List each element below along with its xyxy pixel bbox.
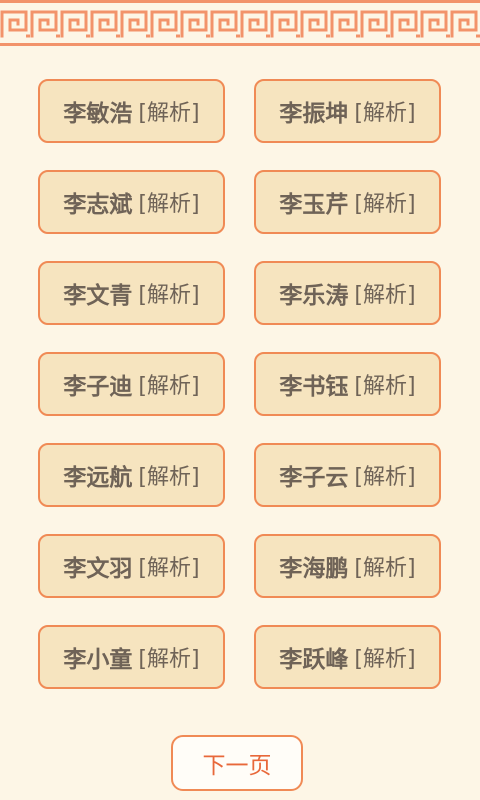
name-button[interactable]: 李文青 [解析] bbox=[38, 261, 225, 325]
name-button[interactable]: 李敏浩 [解析] bbox=[38, 79, 225, 143]
name-button[interactable]: 李远航 [解析] bbox=[38, 443, 225, 507]
analysis-tag: [解析] bbox=[354, 101, 416, 126]
name-text: 李书钰 bbox=[279, 374, 349, 400]
name-text: 李子云 bbox=[279, 465, 349, 491]
name-button[interactable]: 李志斌 [解析] bbox=[38, 170, 225, 234]
name-text: 李敏浩 bbox=[63, 101, 133, 127]
analysis-tag: [解析] bbox=[354, 465, 416, 490]
name-button[interactable]: 李文羽 [解析] bbox=[38, 534, 225, 598]
name-button[interactable]: 李小童 [解析] bbox=[38, 625, 225, 689]
name-button[interactable]: 李书钰 [解析] bbox=[254, 352, 441, 416]
analysis-tag: [解析] bbox=[138, 101, 200, 126]
next-page-button[interactable]: 下一页 bbox=[171, 735, 303, 791]
analysis-tag: [解析] bbox=[354, 374, 416, 399]
name-button[interactable]: 李海鹏 [解析] bbox=[254, 534, 441, 598]
name-text: 李振坤 bbox=[279, 101, 349, 127]
analysis-tag: [解析] bbox=[138, 374, 200, 399]
name-text: 李玉芹 bbox=[279, 192, 349, 218]
name-text: 李乐涛 bbox=[279, 283, 349, 309]
analysis-tag: [解析] bbox=[138, 647, 200, 672]
name-button[interactable]: 李子迪 [解析] bbox=[38, 352, 225, 416]
decorative-fret-border bbox=[0, 0, 480, 50]
name-button[interactable]: 李玉芹 [解析] bbox=[254, 170, 441, 234]
analysis-tag: [解析] bbox=[354, 556, 416, 581]
analysis-tag: [解析] bbox=[354, 192, 416, 217]
name-text: 李跃峰 bbox=[279, 647, 349, 673]
analysis-tag: [解析] bbox=[138, 192, 200, 217]
analysis-tag: [解析] bbox=[138, 283, 200, 308]
name-text: 李小童 bbox=[63, 647, 133, 673]
name-button[interactable]: 李乐涛 [解析] bbox=[254, 261, 441, 325]
analysis-tag: [解析] bbox=[138, 465, 200, 490]
analysis-tag: [解析] bbox=[354, 283, 416, 308]
name-text: 李子迪 bbox=[63, 374, 133, 400]
name-text: 李志斌 bbox=[63, 192, 133, 218]
analysis-tag: [解析] bbox=[138, 556, 200, 581]
name-button[interactable]: 李子云 [解析] bbox=[254, 443, 441, 507]
name-button[interactable]: 李跃峰 [解析] bbox=[254, 625, 441, 689]
name-button[interactable]: 李振坤 [解析] bbox=[254, 79, 441, 143]
name-text: 李远航 bbox=[63, 465, 133, 491]
analysis-tag: [解析] bbox=[354, 647, 416, 672]
name-text: 李海鹏 bbox=[279, 556, 349, 582]
name-text: 李文羽 bbox=[63, 556, 133, 582]
name-text: 李文青 bbox=[63, 283, 133, 309]
